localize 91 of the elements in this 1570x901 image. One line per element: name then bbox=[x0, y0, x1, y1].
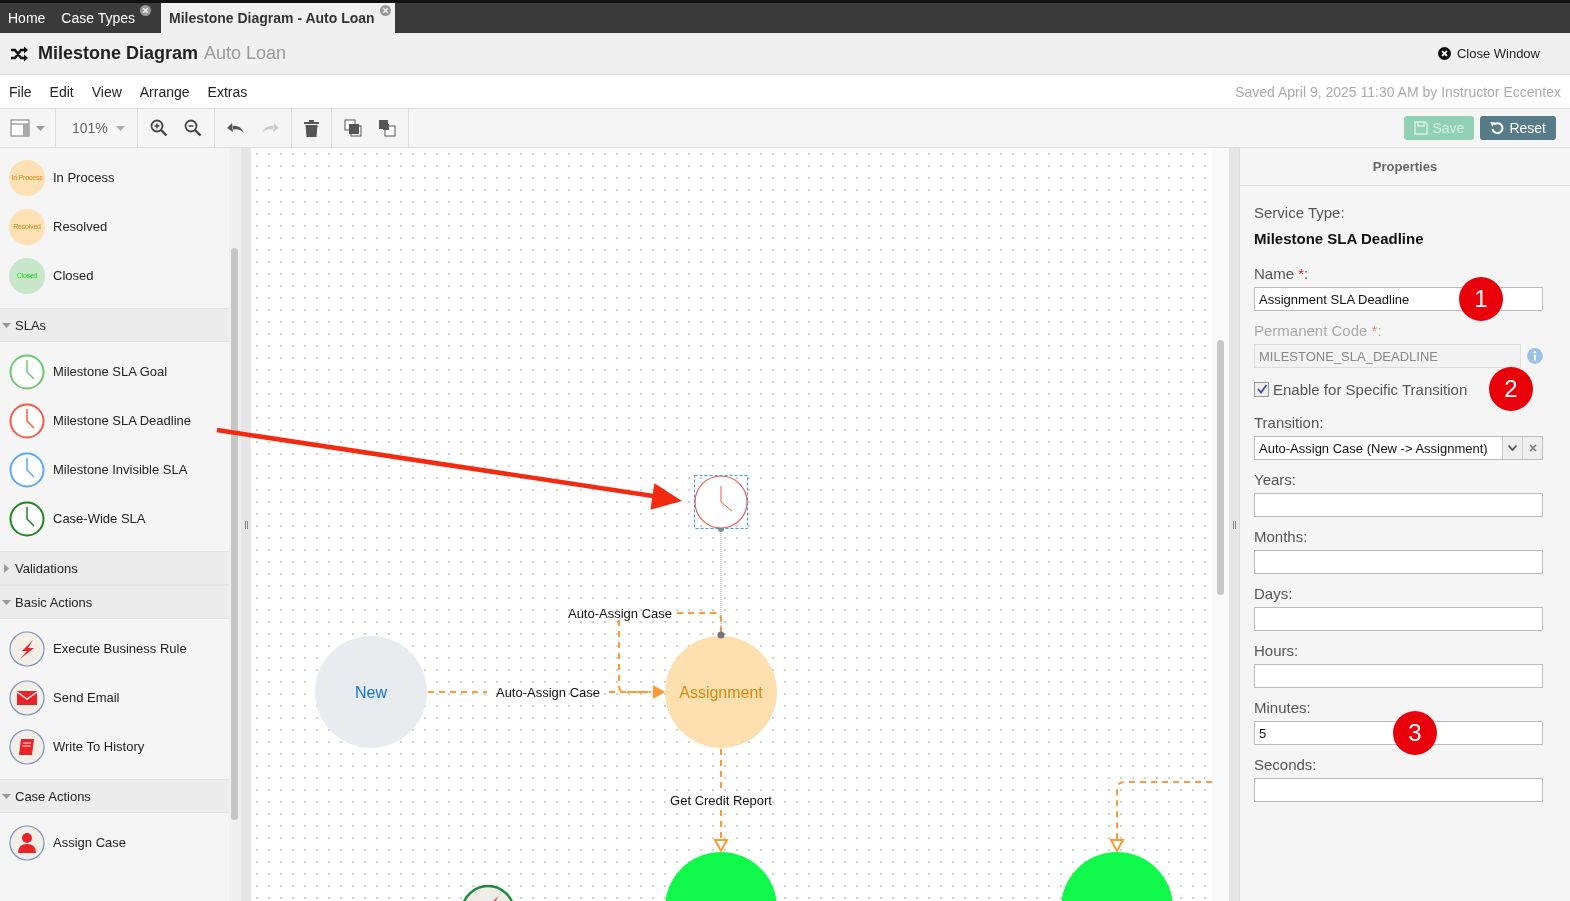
caret-down-icon[interactable] bbox=[1508, 445, 1517, 451]
checkbox[interactable] bbox=[1254, 381, 1269, 397]
service-type-value: Milestone SLA Deadline bbox=[1254, 230, 1425, 247]
edge-label: Auto-Assign Case bbox=[568, 606, 673, 621]
zoom-out-icon[interactable] bbox=[183, 119, 202, 137]
edge-label: Auto-Assign Case bbox=[496, 685, 601, 700]
field-label: Years: bbox=[1254, 471, 1297, 488]
input-field[interactable] bbox=[1254, 778, 1543, 802]
menu-item[interactable]: File bbox=[9, 83, 32, 100]
scrollbar-thumb[interactable] bbox=[231, 248, 239, 820]
palette-item[interactable]: Send Email bbox=[0, 673, 230, 722]
palette-section-header[interactable]: SLAs bbox=[0, 308, 230, 342]
envelope-icon bbox=[9, 679, 45, 716]
resize-handle[interactable] bbox=[244, 520, 248, 529]
scrollbar-thumb[interactable] bbox=[1217, 340, 1225, 595]
page-title: Milestone Diagram bbox=[38, 43, 199, 64]
connector-arrow[interactable] bbox=[427, 685, 666, 699]
caret-down-icon bbox=[2, 320, 11, 330]
saved-status: Saved April 9, 2025 11:30 AM by Instructor Eccentex bbox=[1235, 83, 1561, 100]
clock-icon bbox=[9, 353, 45, 390]
palette-section-header[interactable]: Basic Actions bbox=[0, 585, 230, 619]
edge-label: Get Credit Report bbox=[670, 793, 773, 808]
tab[interactable]: Home bbox=[0, 3, 54, 33]
checkbox-label[interactable]: Enable for Specific Transition bbox=[1273, 380, 1468, 398]
zoom-dropdown[interactable]: 101% bbox=[56, 109, 138, 147]
field-label: Months: bbox=[1254, 528, 1309, 545]
zoom-in-icon[interactable] bbox=[149, 119, 168, 137]
reset-icon bbox=[1490, 121, 1505, 135]
field-label: Days: bbox=[1254, 585, 1294, 602]
palette-section-header[interactable]: Validations bbox=[0, 551, 230, 585]
rule-node[interactable] bbox=[460, 884, 516, 901]
panel-title: Properties bbox=[1240, 148, 1570, 186]
reset-button[interactable]: Reset bbox=[1480, 116, 1556, 140]
input-field[interactable] bbox=[1254, 550, 1543, 574]
tab[interactable]: Case Types bbox=[53, 3, 156, 33]
bring-to-front-icon[interactable] bbox=[343, 119, 362, 137]
close-window-button[interactable]: Close Window bbox=[1431, 45, 1560, 62]
caret-right-icon bbox=[2, 563, 11, 573]
tab[interactable]: Milestone Diagram - Auto Loan bbox=[161, 3, 395, 33]
page-subtitle: Auto Loan bbox=[204, 43, 287, 64]
clock-icon bbox=[9, 500, 45, 537]
palette-item[interactable]: Case-Wide SLA bbox=[0, 494, 230, 543]
checkmark-icon bbox=[1256, 384, 1267, 394]
palette-item[interactable]: Execute Business Rule bbox=[0, 624, 230, 673]
callout-badge: 2 bbox=[1489, 367, 1533, 411]
menu-item[interactable]: Arrange bbox=[139, 83, 190, 100]
palette-item[interactable]: Write To History bbox=[0, 722, 230, 771]
clear-icon[interactable] bbox=[1528, 444, 1537, 452]
field-label: Permanent Code *: bbox=[1254, 322, 1383, 339]
clock-node[interactable] bbox=[694, 475, 749, 529]
clock-icon bbox=[9, 402, 45, 439]
undo-icon[interactable] bbox=[226, 121, 245, 135]
menu-item[interactable]: Edit bbox=[49, 83, 74, 100]
callout-badge: 1 bbox=[1459, 277, 1503, 321]
milestone-node[interactable] bbox=[1061, 852, 1174, 901]
field-label: Minutes: bbox=[1254, 699, 1312, 716]
menu-item[interactable]: Extras bbox=[207, 83, 248, 100]
menu-item[interactable]: View bbox=[91, 83, 122, 100]
palette-section-header[interactable]: Case Actions bbox=[0, 779, 230, 813]
palette-item[interactable]: Milestone SLA Deadline bbox=[0, 396, 230, 445]
callout-badge: 3 bbox=[1393, 711, 1437, 755]
book-icon bbox=[9, 728, 45, 765]
field-label: Seconds: bbox=[1254, 756, 1318, 773]
field-label: Service Type: bbox=[1254, 204, 1346, 221]
lightning-icon bbox=[9, 630, 45, 667]
milestone-node[interactable] bbox=[665, 852, 778, 901]
caret-down-icon bbox=[2, 791, 11, 801]
state-node[interactable]: New bbox=[315, 636, 428, 748]
palette-item[interactable]: Assign Case bbox=[0, 818, 230, 867]
field-label: Name *: bbox=[1254, 265, 1310, 282]
redo-icon[interactable] bbox=[260, 121, 279, 135]
person-icon bbox=[9, 824, 45, 861]
close-icon bbox=[1437, 47, 1451, 60]
palette-item[interactable]: Milestone Invisible SLA bbox=[0, 445, 230, 494]
palette-item[interactable]: Milestone SLA Goal bbox=[0, 347, 230, 396]
field-label: Hours: bbox=[1254, 642, 1300, 659]
resize-handle[interactable] bbox=[1232, 520, 1236, 529]
transition-dropdown[interactable]: Auto-Assign Case (New -> Assignment) bbox=[1254, 436, 1543, 460]
input-field[interactable] bbox=[1254, 493, 1543, 517]
close-icon[interactable] bbox=[140, 5, 152, 16]
input-field[interactable] bbox=[1254, 607, 1543, 631]
trash-icon[interactable] bbox=[303, 119, 319, 137]
input-field[interactable] bbox=[1254, 664, 1543, 688]
shuffle-icon bbox=[10, 45, 28, 62]
layout-icon[interactable] bbox=[10, 118, 30, 138]
send-to-back-icon[interactable] bbox=[377, 119, 396, 137]
caret-icon bbox=[115, 125, 125, 131]
clock-icon bbox=[9, 451, 45, 488]
caret-icon[interactable] bbox=[36, 125, 45, 131]
caret-down-icon bbox=[2, 597, 11, 607]
field-label: Transition: bbox=[1254, 414, 1325, 431]
